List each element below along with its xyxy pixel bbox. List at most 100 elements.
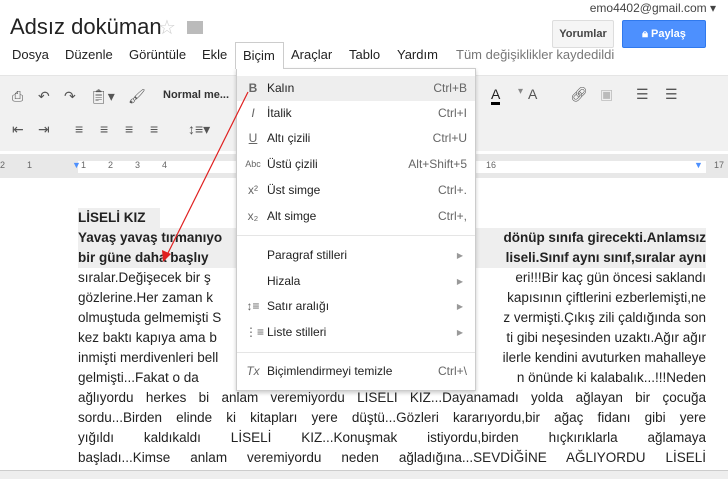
menu-item-üstü-çizili[interactable]: Abc Üstü çizili Alt+Shift+5: [237, 152, 475, 177]
menu-item-label: Biçimlendirmeyi temizle: [267, 364, 393, 378]
shortcut-label: Ctrl+\: [437, 364, 467, 378]
text-fragment: sıralar.Değişecek bir ş: [78, 270, 211, 285]
share-button[interactable]: 🔒︎ Paylaş: [622, 20, 706, 48]
shortcut-label: Ctrl+B: [433, 81, 467, 95]
text-fragment: eri!!!Bir kaç gün öncesi saklandı: [515, 270, 706, 285]
format-icon: U: [248, 131, 258, 145]
menu-item-paragraf-stilleri[interactable]: Paragraf stilleri ▶: [237, 243, 475, 268]
menu-item-label: Paragraf stilleri: [267, 248, 348, 262]
menu-item-üst-simge[interactable]: x² Üst simge Ctrl+.: [237, 178, 475, 203]
ruler-label: 1: [81, 160, 87, 170]
document-title[interactable]: Adsız doküman: [10, 14, 162, 40]
print-icon[interactable]: ⎙: [12, 88, 23, 105]
bold-text: liseli.: [505, 250, 540, 265]
menu-format[interactable]: Biçim: [235, 42, 284, 69]
link-icon[interactable]: 🔗︎: [570, 86, 588, 103]
menu-tools[interactable]: Araçlar: [291, 47, 332, 62]
justify-icon[interactable]: ≡: [150, 121, 158, 137]
menu-item-label: Üst simge: [267, 183, 321, 197]
text-fragment: dönüp sınıfa girecekti.Anlamsız: [503, 230, 706, 245]
lock-icon: 🔒︎: [642, 28, 652, 40]
format-icon: x²: [248, 183, 258, 197]
menu-item-hizala[interactable]: Hizala ▶: [237, 269, 475, 294]
menu-view[interactable]: Görüntüle: [129, 47, 186, 62]
ruler-label: 17: [714, 160, 725, 170]
menu-item-i̇talik[interactable]: I İtalik Ctrl+I: [237, 101, 475, 126]
menu-table[interactable]: Tablo: [349, 47, 380, 62]
format-icon: B: [248, 81, 258, 95]
ruler-label: 16: [486, 160, 497, 170]
submenu-arrow-icon: ▶: [456, 328, 463, 337]
ruler-label: 2: [0, 160, 6, 170]
menu-insert[interactable]: Ekle: [202, 47, 227, 62]
format-icon: Tx: [246, 364, 260, 378]
menu-item-biçimlendirmeyi-temizle[interactable]: Tx Biçimlendirmeyi temizle Ctrl+\: [237, 359, 475, 384]
text-fragment: inmişti merdivenleri bell: [78, 350, 219, 365]
plain-text: Sınıf aynı sınıf,sıralar aynı: [539, 250, 706, 265]
menu-item-label: Kalın: [267, 81, 295, 95]
text-fragment: kapısının çiftlerini ezberlemişti,ne: [507, 290, 706, 305]
menu-item-label: Hizala: [267, 274, 301, 288]
text-color-icon[interactable]: A: [491, 86, 501, 105]
paint-format-icon[interactable]: 🖌︎: [128, 88, 146, 105]
text-fragment: z vermişti.Çıkış zili çaldığında son: [503, 310, 706, 325]
align-left-icon[interactable]: ≡: [75, 121, 83, 137]
format-menu-dropdown: B Kalın Ctrl+B I İtalik Ctrl+I U Altı çizili Ctr…: [236, 68, 476, 391]
decrease-indent-icon[interactable]: ⇤: [12, 121, 24, 138]
format-icon: Abc: [245, 159, 261, 169]
shortcut-label: Ctrl+,: [437, 209, 467, 223]
ruler-label: 3: [135, 160, 141, 170]
image-icon[interactable]: ▣: [600, 86, 613, 103]
dropdown-icon[interactable]: ▾: [518, 86, 523, 97]
text-fragment: ti gibi neşesinden uzaktı.Ağır ağır: [506, 330, 706, 345]
menu-item-altı-çizili[interactable]: U Altı çizili Ctrl+U: [237, 126, 475, 151]
format-icon: I: [251, 106, 255, 120]
text-fragment: bir güne daha başlıy: [78, 250, 209, 265]
shortcut-label: Alt+Shift+5: [408, 157, 467, 171]
align-center-icon[interactable]: ≡: [100, 121, 108, 137]
text-line: ağlıyordu herkes bi anlam veremiyordu Lİ…: [78, 388, 706, 408]
menu-item-liste-stilleri[interactable]: ⋮≡ Liste stilleri ▶: [237, 320, 475, 345]
text-line: sordu...Birden elinde ki kitapları yere …: [78, 408, 706, 428]
undo-icon[interactable]: ↶: [38, 88, 50, 105]
indent-marker-icon[interactable]: ▼: [72, 160, 81, 170]
horizontal-scrollbar[interactable]: [0, 470, 728, 479]
submenu-arrow-icon: ▶: [456, 251, 463, 260]
menu-item-label: Üstü çizili: [267, 157, 318, 171]
style-select[interactable]: Normal me...: [163, 89, 229, 101]
highlight-color-icon[interactable]: A: [528, 86, 537, 102]
text-fragment: liseli.Sınıf aynı sınıf,sıralar aynı: [506, 248, 706, 268]
menu-help[interactable]: Yardım: [397, 47, 438, 62]
clipboard-icon[interactable]: 📋︎▾: [90, 88, 115, 105]
menu-file[interactable]: Dosya: [12, 47, 49, 62]
increase-indent-icon[interactable]: ⇥: [38, 121, 50, 138]
ruler-label: 4: [162, 160, 168, 170]
menu-item-satır-aralığı[interactable]: ↕≡ Satır aralığı ▶: [237, 294, 475, 319]
text-fragment: gelmişti...Fakat o da: [78, 370, 199, 385]
menu-item-label: Alt simge: [267, 209, 317, 223]
menu-item-label: Liste stilleri: [267, 325, 327, 339]
comments-button[interactable]: Yorumlar: [552, 20, 614, 48]
account-menu[interactable]: emo4402@gmail.com ▾: [590, 1, 716, 15]
format-icon: ↕≡: [246, 299, 260, 313]
format-icon: ⋮≡: [245, 325, 265, 339]
submenu-arrow-icon: ▶: [456, 277, 463, 286]
redo-icon[interactable]: ↷: [64, 88, 76, 105]
align-right-icon[interactable]: ≡: [125, 121, 133, 137]
bulleted-list-icon[interactable]: ☰: [665, 86, 678, 103]
text-fragment: kez baktı kapıya ama b: [78, 330, 217, 345]
shortcut-label: Ctrl+.: [437, 183, 467, 197]
star-icon[interactable]: ☆: [158, 15, 176, 40]
right-indent-marker-icon[interactable]: ▼: [694, 160, 703, 170]
menu-item-kalın[interactable]: B Kalın Ctrl+B: [237, 76, 475, 101]
line-spacing-icon[interactable]: ↕≡▾: [188, 121, 210, 138]
share-label: Paylaş: [651, 28, 686, 40]
document-heading: LİSELİ KIZ: [78, 208, 160, 228]
text-line: yığıldı kaldıkaldı LİSELİ KIZ...Konuşmak…: [78, 428, 706, 448]
menu-item-label: Satır aralığı: [267, 299, 330, 313]
folder-icon[interactable]: [187, 21, 203, 34]
text-fragment: olmuştuda gelmemişti S: [78, 310, 222, 325]
menu-edit[interactable]: Düzenle: [65, 47, 113, 62]
menu-item-alt-simge[interactable]: x₂ Alt simge Ctrl+,: [237, 204, 475, 229]
numbered-list-icon[interactable]: ☰: [636, 86, 649, 103]
